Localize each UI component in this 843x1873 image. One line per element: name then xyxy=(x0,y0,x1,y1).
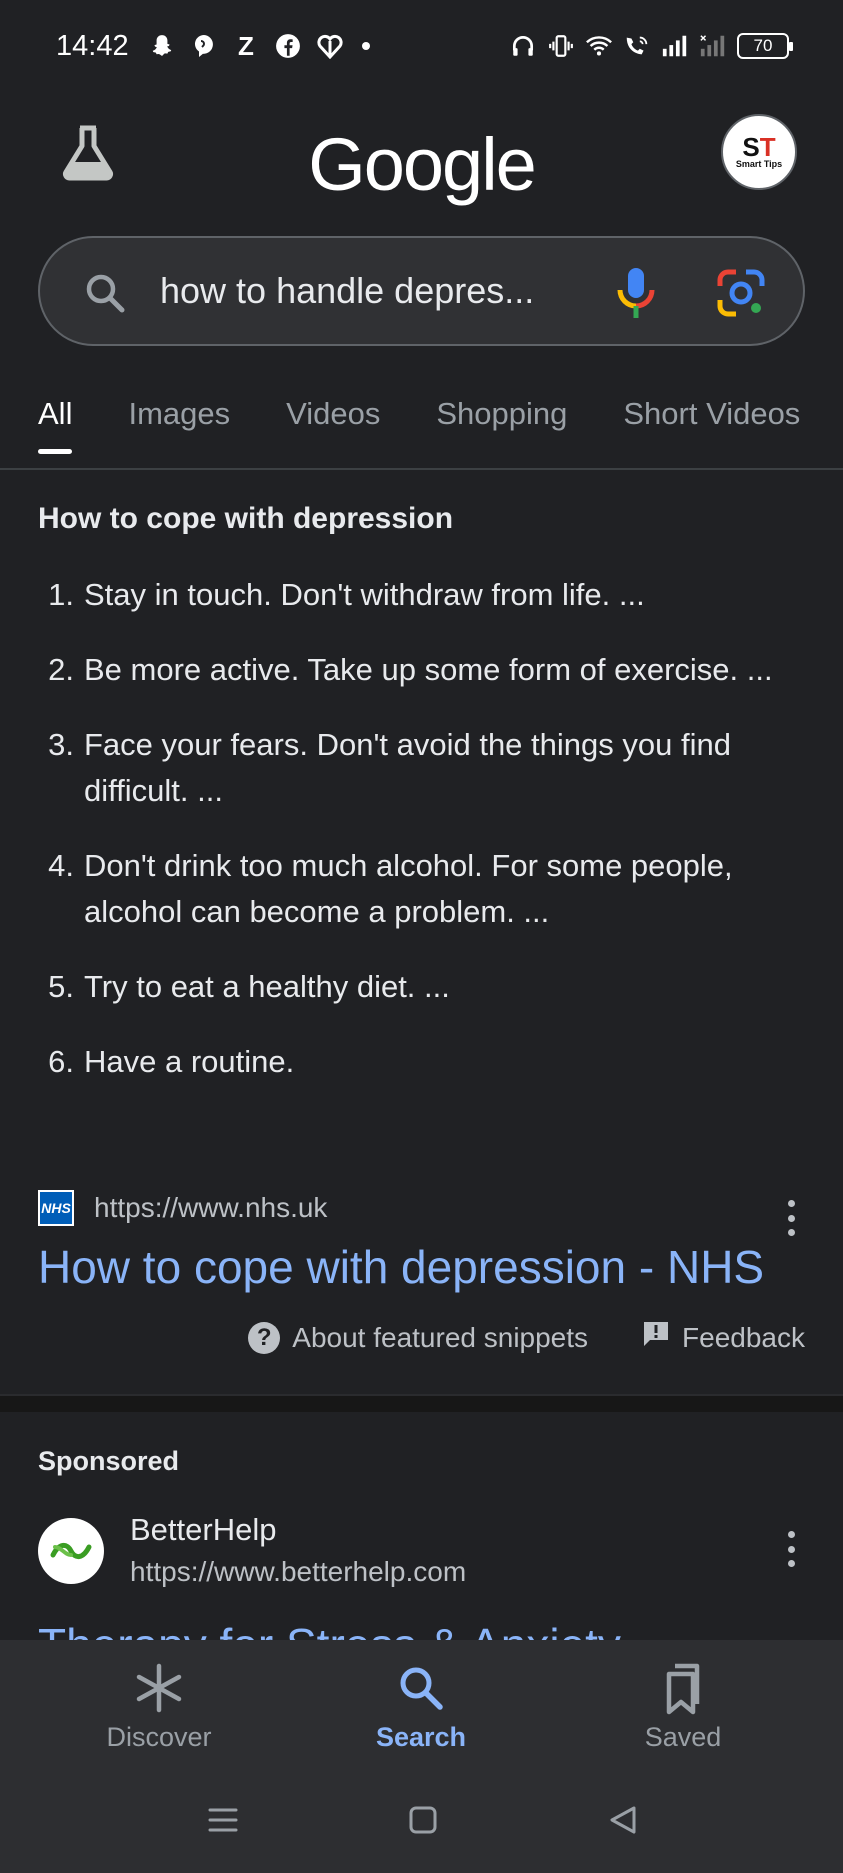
bookmarks-icon xyxy=(655,1660,711,1716)
nav-search[interactable]: Search xyxy=(321,1660,521,1753)
list-item: 6. Have a routine. xyxy=(38,1039,798,1085)
battery-indicator: 70 xyxy=(737,33,793,59)
list-text: Be more active. Take up some form of exe… xyxy=(84,652,773,687)
feedback-icon xyxy=(642,1320,670,1355)
search-icon xyxy=(82,270,128,316)
ad-more-options-icon[interactable] xyxy=(785,1531,797,1567)
snippet-title: How to cope with depression xyxy=(38,502,454,535)
tab-short-videos[interactable]: Short Videos xyxy=(623,396,800,456)
list-text: Don't drink too much alcohol. For some p… xyxy=(84,848,733,929)
sponsored-label: Sponsored xyxy=(38,1446,180,1476)
list-item: 2. Be more active. Take up some form of e… xyxy=(38,647,798,693)
account-avatar[interactable]: ST Smart Tips xyxy=(721,114,797,190)
feedback-label: Feedback xyxy=(682,1321,805,1353)
tab-shopping[interactable]: Shopping xyxy=(436,396,567,456)
list-item: 1. Stay in touch. Don't withdraw from lif… xyxy=(38,572,798,618)
betterhelp-logo xyxy=(38,1518,104,1584)
asterisk-icon xyxy=(131,1660,187,1716)
vibrate-icon xyxy=(547,32,575,60)
tab-images[interactable]: Images xyxy=(128,396,230,456)
list-item: 4. Don't drink too much alcohol. For some… xyxy=(38,843,798,935)
status-bar: 14:42 Z 70 xyxy=(0,0,843,100)
heart-app-icon xyxy=(316,32,344,60)
google-logo: Google xyxy=(308,123,537,206)
tab-all[interactable]: All xyxy=(38,396,73,456)
notification-icons: Z xyxy=(148,30,370,61)
list-number: 4. xyxy=(48,848,74,883)
list-text: Try to eat a healthy diet. ... xyxy=(84,969,450,1004)
home-icon[interactable] xyxy=(403,1800,443,1840)
google-lens-icon[interactable] xyxy=(716,268,766,318)
feedback-link[interactable]: Feedback xyxy=(642,1320,805,1355)
signal-icon xyxy=(661,32,689,60)
list-text: Stay in touch. Don't withdraw from life.… xyxy=(84,577,645,612)
zomato-icon: Z xyxy=(238,30,254,61)
more-options-icon[interactable] xyxy=(785,1200,797,1236)
nav-discover[interactable]: Discover xyxy=(59,1660,259,1753)
headphones-icon xyxy=(509,32,537,60)
messenger-icon xyxy=(190,32,218,60)
back-icon[interactable] xyxy=(604,1800,644,1840)
list-number: 1. xyxy=(48,577,74,612)
bottom-navigation: Discover Search Saved xyxy=(0,1640,843,1873)
list-number: 2. xyxy=(48,652,74,687)
nav-label: Discover xyxy=(106,1722,212,1752)
avatar-monogram: ST xyxy=(742,132,776,162)
notification-dot xyxy=(362,42,370,50)
list-text: Face your fears. Don't avoid the things … xyxy=(84,727,731,808)
snippet-list: 1. Stay in touch. Don't withdraw from lif… xyxy=(38,572,798,1114)
microphone-icon[interactable] xyxy=(610,264,662,320)
help-icon: ? xyxy=(248,1321,281,1354)
wifi-icon xyxy=(585,32,613,60)
nhs-favicon: NHS xyxy=(38,1190,74,1226)
about-snippets-link[interactable]: ? About featured snippets xyxy=(248,1321,589,1354)
result-source[interactable]: NHS https://www.nhs.uk xyxy=(38,1190,327,1226)
section-divider xyxy=(0,1394,843,1412)
tab-videos[interactable]: Videos xyxy=(286,396,380,456)
source-url: https://www.nhs.uk xyxy=(94,1192,328,1223)
system-navigation-bar xyxy=(0,1800,843,1860)
list-number: 6. xyxy=(48,1044,74,1079)
list-number: 5. xyxy=(48,969,74,1004)
facebook-icon xyxy=(274,32,302,60)
nav-label: Saved xyxy=(644,1722,722,1752)
result-title-link[interactable]: How to cope with depression - NHS xyxy=(38,1240,764,1294)
search-icon xyxy=(393,1660,449,1716)
menu-icon[interactable] xyxy=(202,1800,242,1840)
system-status-icons: 70 xyxy=(509,32,793,60)
status-time: 14:42 xyxy=(56,30,129,62)
about-snippets-label: About featured snippets xyxy=(292,1321,589,1353)
list-text: Have a routine. xyxy=(84,1044,295,1079)
search-bar[interactable]: how to handle depres... xyxy=(38,236,805,346)
nav-label: Search xyxy=(375,1722,467,1752)
nav-saved[interactable]: Saved xyxy=(583,1660,783,1753)
search-input[interactable]: how to handle depres... xyxy=(160,270,534,312)
search-tabs: All Images Videos Shopping Short Videos xyxy=(38,396,800,456)
signal-weak-icon xyxy=(699,32,727,60)
avatar-subtitle: Smart Tips xyxy=(735,159,783,169)
advertiser-name[interactable]: BetterHelp xyxy=(130,1512,276,1548)
advertiser-url[interactable]: https://www.betterhelp.com xyxy=(130,1556,466,1588)
snapchat-icon xyxy=(148,32,176,60)
list-item: 5. Try to eat a healthy diet. ... xyxy=(38,964,798,1010)
list-number: 3. xyxy=(48,727,74,762)
list-item: 3. Face your fears. Don't avoid the thing… xyxy=(38,722,798,814)
snippet-footer: ? About featured snippets Feedback xyxy=(248,1320,805,1355)
wifi-calling-icon xyxy=(623,32,651,60)
tabs-divider xyxy=(0,468,843,470)
